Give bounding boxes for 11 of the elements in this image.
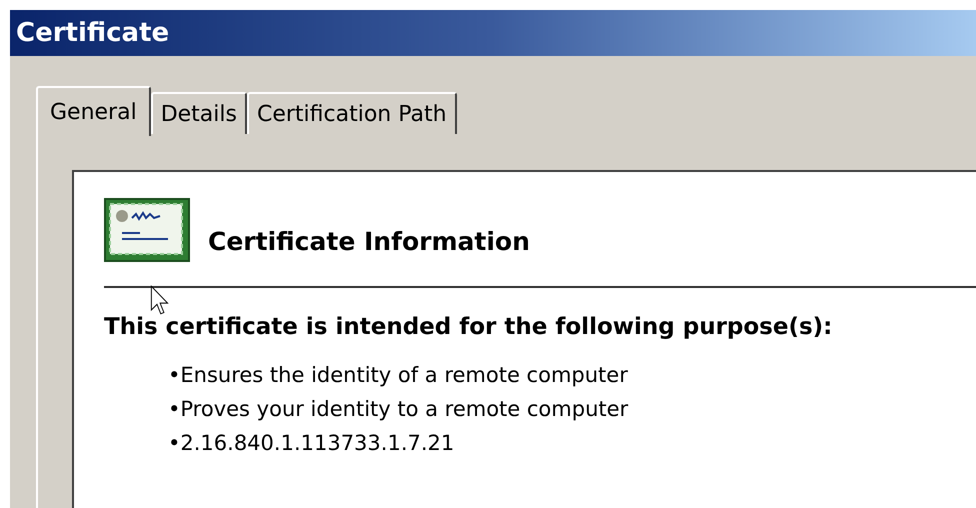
mouse-pointer-icon: [150, 285, 169, 315]
section-heading: Certificate Information: [208, 226, 530, 258]
tab[interactable]: Certification Path: [246, 92, 457, 134]
window-title: Certificate: [16, 16, 170, 50]
purpose-item: •Proves your identity to a remote computer: [168, 396, 630, 422]
tab[interactable]: General: [36, 86, 151, 136]
purpose-heading: This certificate is intended for the following purpose(s):: [104, 313, 832, 342]
tab[interactable]: Details: [150, 92, 247, 134]
purpose-item: •2.16.840.1.113733.1.7.21: [168, 430, 456, 456]
certificate-icon: [104, 198, 190, 262]
purpose-item: •Ensures the identity of a remote computer: [168, 362, 629, 388]
